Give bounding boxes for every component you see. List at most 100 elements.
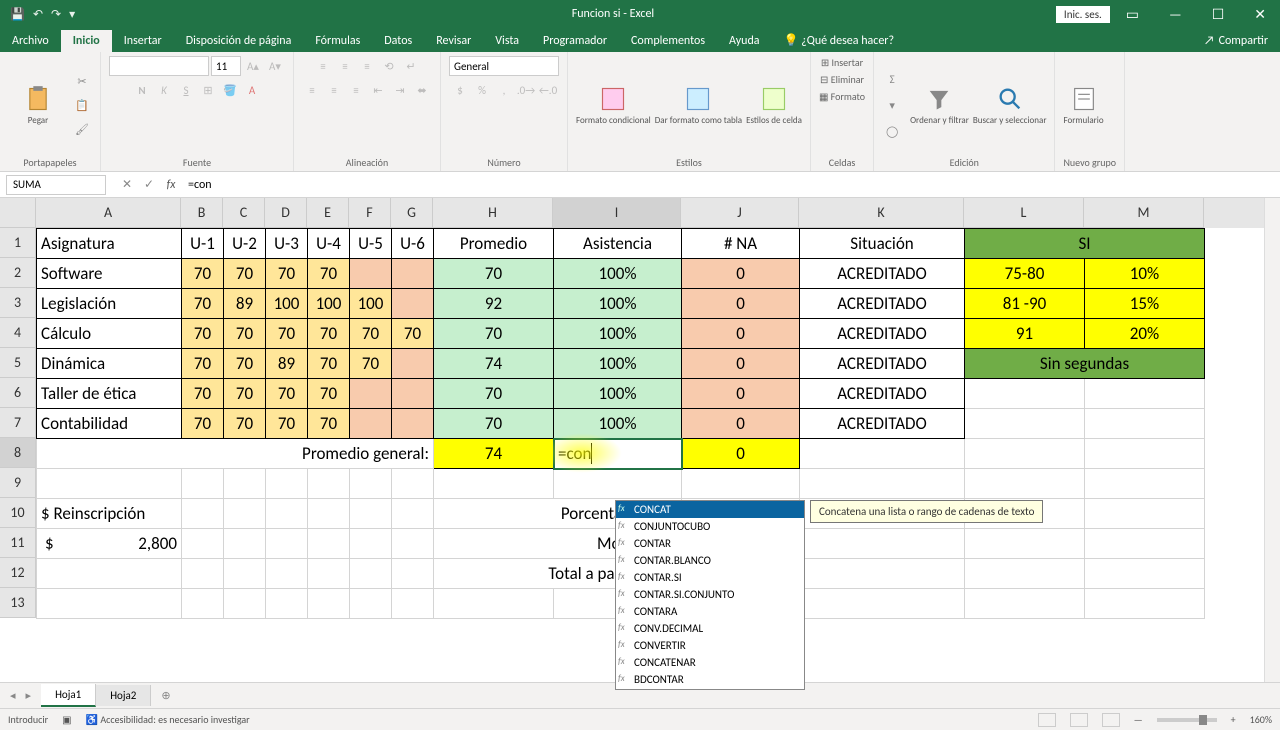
column-header[interactable]: E — [307, 198, 349, 228]
row-header[interactable]: 10 — [0, 498, 36, 528]
cell[interactable] — [224, 499, 266, 529]
font-name-input[interactable] — [109, 56, 209, 76]
tab-vista[interactable]: Vista — [483, 30, 531, 52]
cell-styles-button[interactable]: Estilos de celda — [746, 85, 802, 126]
cell[interactable] — [392, 349, 434, 379]
number-format-select[interactable] — [449, 56, 559, 76]
cell[interactable]: 100% — [554, 349, 682, 379]
borders-icon[interactable]: ⊞ — [198, 80, 218, 100]
cell[interactable] — [800, 589, 965, 619]
cell[interactable]: 70 — [182, 259, 224, 289]
cell[interactable] — [182, 499, 224, 529]
cell[interactable]: Dinámica — [37, 349, 182, 379]
row-header[interactable]: 4 — [0, 318, 36, 348]
orientation-icon[interactable]: ⟲ — [379, 56, 399, 76]
cell[interactable]: U-5 — [350, 229, 392, 259]
cell[interactable] — [1085, 439, 1205, 469]
underline-button[interactable]: S — [176, 80, 196, 100]
cell[interactable] — [266, 559, 308, 589]
cell[interactable]: $2,800 — [37, 529, 182, 559]
cell[interactable]: 70 — [308, 259, 350, 289]
paste-button[interactable]: Pegar — [8, 85, 68, 126]
name-box[interactable] — [6, 175, 106, 195]
cell[interactable]: 70 — [434, 319, 554, 349]
tab-disposicion[interactable]: Disposición de página — [174, 30, 304, 52]
cell[interactable] — [392, 589, 434, 619]
cell[interactable] — [1085, 499, 1205, 529]
close-button[interactable]: ✕ — [1240, 6, 1280, 23]
cell[interactable] — [1085, 409, 1205, 439]
cell[interactable]: U-1 — [182, 229, 224, 259]
autocomplete-item[interactable]: CONTAR — [616, 535, 804, 552]
cell[interactable] — [224, 529, 266, 559]
cell[interactable]: 91 — [965, 319, 1085, 349]
align-middle-icon[interactable]: ≡ — [335, 56, 355, 76]
cell[interactable]: 70 — [266, 379, 308, 409]
cell[interactable] — [37, 469, 182, 499]
row-header[interactable]: 9 — [0, 468, 36, 498]
cell[interactable]: U-6 — [392, 229, 434, 259]
cell[interactable] — [965, 469, 1085, 499]
cell[interactable]: 0 — [682, 409, 800, 439]
cell[interactable]: 75-80 — [965, 259, 1085, 289]
align-center-icon[interactable]: ≡ — [324, 80, 344, 100]
cell[interactable] — [434, 469, 554, 499]
cell[interactable]: 0 — [682, 379, 800, 409]
decrease-indent-icon[interactable]: ⇤ — [368, 80, 388, 100]
cell[interactable] — [308, 499, 350, 529]
tab-archivo[interactable]: Archivo — [0, 30, 61, 52]
cell[interactable] — [266, 529, 308, 559]
cell[interactable] — [800, 559, 965, 589]
decrease-decimal-icon[interactable]: ←.0 — [538, 80, 558, 100]
format-cells-button[interactable]: ▦ Formato — [819, 90, 865, 103]
cell[interactable]: 0 — [682, 319, 800, 349]
cell[interactable]: Promedio general: — [37, 439, 434, 469]
row-header[interactable]: 13 — [0, 588, 36, 618]
currency-icon[interactable]: $ — [450, 80, 470, 100]
cell[interactable] — [965, 409, 1085, 439]
align-right-icon[interactable]: ≡ — [346, 80, 366, 100]
autocomplete-item[interactable]: CONTARA — [616, 603, 804, 620]
cell[interactable]: 0 — [682, 289, 800, 319]
cell[interactable] — [1085, 529, 1205, 559]
cell[interactable]: 92 — [434, 289, 554, 319]
cell[interactable]: 70 — [392, 319, 434, 349]
cell[interactable]: 89 — [266, 349, 308, 379]
cell[interactable]: 70 — [182, 379, 224, 409]
align-left-icon[interactable]: ≡ — [302, 80, 322, 100]
row-header[interactable]: 5 — [0, 348, 36, 378]
cell[interactable]: 100 — [266, 289, 308, 319]
cell[interactable]: 81 -90 — [965, 289, 1085, 319]
cell[interactable] — [392, 379, 434, 409]
cell[interactable]: Software — [37, 259, 182, 289]
cell[interactable] — [965, 529, 1085, 559]
cell[interactable]: ACREDITADO — [800, 319, 965, 349]
cell[interactable]: # NA — [682, 229, 800, 259]
grow-font-icon[interactable]: A▴ — [243, 56, 263, 76]
align-bottom-icon[interactable]: ≡ — [357, 56, 377, 76]
qat-customize-icon[interactable]: ▾ — [69, 7, 75, 22]
cell[interactable] — [800, 439, 965, 469]
cell[interactable]: ACREDITADO — [800, 289, 965, 319]
cell[interactable] — [392, 259, 434, 289]
cell[interactable] — [965, 439, 1085, 469]
autocomplete-item[interactable]: BDCONTARA — [616, 688, 804, 690]
cell[interactable]: U-4 — [308, 229, 350, 259]
autocomplete-item[interactable]: CONTAR.SI — [616, 569, 804, 586]
tab-formulas[interactable]: Fórmulas — [303, 30, 372, 52]
cell[interactable]: 70 — [224, 409, 266, 439]
maximize-button[interactable]: ☐ — [1198, 6, 1239, 23]
increase-indent-icon[interactable]: ⇥ — [390, 80, 410, 100]
cell[interactable]: SI — [965, 229, 1205, 259]
tab-ayuda[interactable]: Ayuda — [717, 30, 772, 52]
insert-cells-button[interactable]: ⊞ Insertar — [821, 56, 863, 69]
wrap-text-icon[interactable]: ↵ — [401, 56, 421, 76]
cell[interactable] — [350, 529, 392, 559]
tab-programador[interactable]: Programador — [531, 30, 619, 52]
formula-autocomplete[interactable]: CONCATCONJUNTOCUBOCONTARCONTAR.BLANCOCON… — [615, 500, 805, 690]
cell[interactable]: ACREDITADO — [800, 409, 965, 439]
cell[interactable]: ACREDITADO — [800, 349, 965, 379]
cell[interactable] — [554, 469, 682, 499]
cell[interactable]: Asistencia — [554, 229, 682, 259]
row-header[interactable]: 6 — [0, 378, 36, 408]
